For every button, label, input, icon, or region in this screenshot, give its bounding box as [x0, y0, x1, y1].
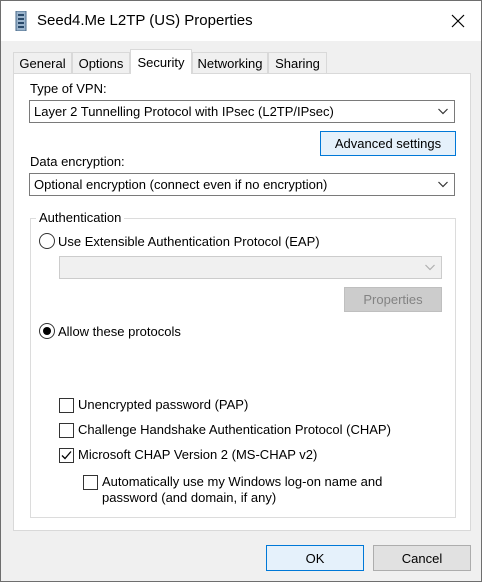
eap-method-dropdown[interactable]: [59, 256, 442, 279]
close-button[interactable]: [435, 1, 481, 41]
window-title: Seed4.Me L2TP (US) Properties: [37, 12, 253, 29]
data-encryption-label: Data encryption:: [30, 154, 125, 169]
vpn-network-icon: [15, 11, 27, 31]
chevron-down-icon: [425, 264, 435, 271]
title-bar[interactable]: Seed4.Me L2TP (US) Properties: [1, 1, 481, 41]
allow-protocols-label[interactable]: Allow these protocols: [58, 324, 181, 339]
eap-label[interactable]: Use Extensible Authentication Protocol (…: [58, 234, 320, 249]
data-encryption-value: Optional encryption (connect even if no …: [34, 177, 328, 192]
auto-logon-label-line1[interactable]: Automatically use my Windows log-on name…: [102, 474, 382, 489]
tab-options[interactable]: Options: [72, 52, 130, 73]
ok-button[interactable]: OK: [266, 545, 364, 571]
tab-networking[interactable]: Networking: [192, 52, 268, 73]
advanced-settings-button[interactable]: Advanced settings: [320, 131, 456, 156]
properties-button[interactable]: Properties: [344, 287, 442, 312]
close-icon: [451, 14, 465, 28]
chevron-down-icon: [438, 108, 448, 115]
vpn-type-value: Layer 2 Tunnelling Protocol with IPsec (…: [34, 104, 334, 119]
vpn-type-dropdown[interactable]: Layer 2 Tunnelling Protocol with IPsec (…: [29, 100, 455, 123]
tab-security[interactable]: Security: [130, 49, 192, 74]
security-panel: Type of VPN: Layer 2 Tunnelling Protocol…: [13, 73, 471, 531]
chap-checkbox[interactable]: [59, 423, 74, 438]
vpn-type-label: Type of VPN:: [30, 81, 107, 96]
tab-sharing[interactable]: Sharing: [268, 52, 327, 73]
eap-radio[interactable]: [39, 233, 55, 249]
auto-logon-checkbox[interactable]: [83, 475, 98, 490]
allow-protocols-radio[interactable]: [39, 323, 55, 339]
tab-strip: General Options Security Networking Shar…: [13, 49, 473, 74]
pap-label[interactable]: Unencrypted password (PAP): [78, 397, 248, 412]
pap-checkbox[interactable]: [59, 398, 74, 413]
properties-dialog: Seed4.Me L2TP (US) Properties General Op…: [0, 0, 482, 582]
chevron-down-icon: [438, 181, 448, 188]
mschapv2-label[interactable]: Microsoft CHAP Version 2 (MS-CHAP v2): [78, 447, 317, 462]
authentication-title: Authentication: [36, 210, 125, 225]
auto-logon-label-line2[interactable]: password (and domain, if any): [102, 490, 276, 505]
data-encryption-dropdown[interactable]: Optional encryption (connect even if no …: [29, 173, 455, 196]
cancel-button[interactable]: Cancel: [373, 545, 471, 571]
radio-selected-dot: [43, 327, 51, 335]
chap-label[interactable]: Challenge Handshake Authentication Proto…: [78, 422, 391, 437]
mschapv2-checkbox[interactable]: [59, 448, 74, 463]
checkmark-icon: [61, 451, 72, 460]
tab-general[interactable]: General: [13, 52, 72, 73]
